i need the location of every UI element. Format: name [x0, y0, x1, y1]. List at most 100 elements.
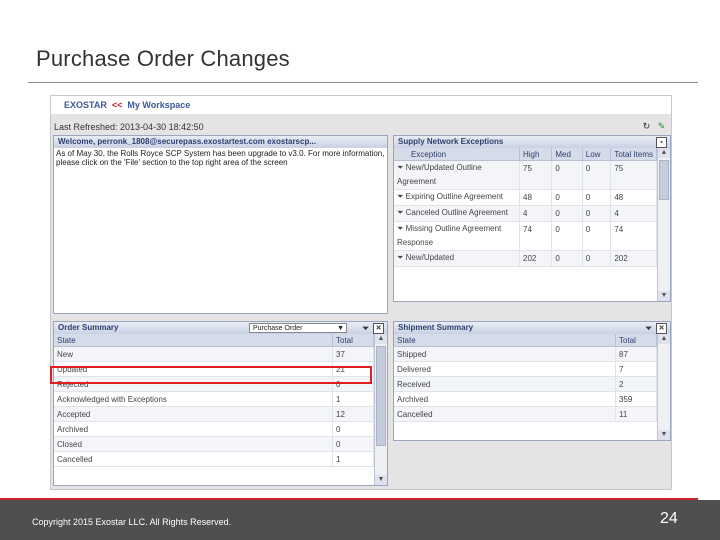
exception-label[interactable]: New/Updated: [406, 253, 454, 262]
state-total[interactable]: 359: [615, 391, 657, 407]
state-label[interactable]: Archived: [394, 391, 616, 407]
page-number: 24: [660, 510, 678, 527]
workspace-screenshot: EXOSTAR << My Workspace Last Refreshed: 20…: [50, 95, 672, 490]
state-total[interactable]: 7: [615, 361, 657, 377]
col-high[interactable]: High: [519, 148, 553, 161]
maximize-icon[interactable]: ▪: [656, 137, 667, 148]
state-label[interactable]: Cancelled: [394, 406, 616, 422]
refresh-bar: Last Refreshed: 2013-04-30 18:42:50 ↻ ✎: [51, 120, 671, 134]
state-total[interactable]: 1: [332, 451, 374, 467]
table-row[interactable]: Closed 0: [54, 436, 374, 452]
state-label[interactable]: New: [54, 346, 333, 362]
col-total[interactable]: Total: [332, 334, 374, 347]
welcome-header: Welcome, perronk_1808@securepass.exostar…: [54, 136, 387, 148]
refresh-icon[interactable]: ↻: [641, 121, 652, 132]
cell-high: 74: [519, 221, 553, 251]
state-label[interactable]: Delivered: [394, 361, 616, 377]
state-label[interactable]: Shipped: [394, 346, 616, 362]
filter-icon[interactable]: ⏷: [362, 324, 368, 333]
filter-icon[interactable]: ⏷: [397, 192, 403, 201]
table-row[interactable]: Accepted 12: [54, 406, 374, 422]
filter-icon[interactable]: ⏷: [397, 163, 403, 172]
scroll-up-icon[interactable]: ▲: [658, 148, 670, 158]
table-row[interactable]: Delivered 7: [394, 361, 657, 377]
table-row[interactable]: ⏷ Canceled Outline Agreement 4 0 0 4: [394, 205, 657, 222]
exceptions-scrollbar[interactable]: ▲ ▼: [657, 148, 670, 301]
col-exception[interactable]: Exception: [394, 148, 520, 161]
col-state[interactable]: State: [394, 334, 616, 347]
cell-med: 0: [551, 160, 583, 190]
my-workspace-link[interactable]: My Workspace: [127, 100, 190, 110]
scroll-down-icon[interactable]: ▼: [375, 475, 387, 485]
state-label[interactable]: Received: [394, 376, 616, 392]
cell-low: 0: [582, 205, 612, 222]
state-total[interactable]: 37: [332, 346, 374, 362]
edit-icon[interactable]: ✎: [656, 121, 667, 132]
close-icon[interactable]: ✕: [656, 323, 667, 334]
shipment-summary-title: Shipment Summary: [398, 323, 474, 332]
shipment-summary-panel: Shipment Summary ⏷ ✕ State Total Shipped…: [393, 321, 671, 441]
table-row[interactable]: New 37: [54, 346, 374, 362]
scroll-thumb[interactable]: [376, 346, 386, 446]
exception-label[interactable]: Missing Outline Agreement Response: [397, 224, 501, 247]
scroll-thumb[interactable]: [659, 160, 669, 200]
state-total[interactable]: 87: [615, 346, 657, 362]
table-row[interactable]: Cancelled 11: [394, 406, 657, 422]
state-label[interactable]: Acknowledged with Exceptions: [54, 391, 333, 407]
title-divider: [28, 82, 698, 83]
exceptions-header-row: Exception High Med Low Total Items: [394, 148, 657, 161]
exception-label[interactable]: Canceled Outline Agreement: [406, 208, 508, 217]
scroll-up-icon[interactable]: ▲: [375, 334, 387, 344]
col-total-items[interactable]: Total Items: [610, 148, 657, 161]
cell-total: 4: [610, 205, 657, 222]
filter-icon[interactable]: ⏷: [645, 324, 651, 333]
table-row[interactable]: ⏷ Expiring Outline Agreement 48 0 0 48: [394, 189, 657, 206]
shipment-summary-scrollbar[interactable]: ▲ ▼: [657, 334, 670, 440]
table-row[interactable]: ⏷ Missing Outline Agreement Response 74 …: [394, 221, 657, 251]
state-label[interactable]: Accepted: [54, 406, 333, 422]
order-type-dropdown[interactable]: Purchase Order ▼: [249, 323, 347, 333]
table-row[interactable]: Archived 0: [54, 421, 374, 437]
cell-med: 0: [551, 189, 583, 206]
scroll-up-icon[interactable]: ▲: [658, 334, 670, 344]
state-label[interactable]: Cancelled: [54, 451, 333, 467]
cell-total: 48: [610, 189, 657, 206]
order-summary-scrollbar[interactable]: ▲ ▼: [374, 334, 387, 485]
state-label[interactable]: Closed: [54, 436, 333, 452]
state-total[interactable]: 11: [615, 406, 657, 422]
col-med[interactable]: Med: [551, 148, 583, 161]
scroll-down-icon[interactable]: ▼: [658, 291, 670, 301]
shipment-summary-header: Shipment Summary ⏷ ✕: [394, 322, 670, 334]
filter-icon[interactable]: ⏷: [397, 224, 403, 233]
exception-label[interactable]: Expiring Outline Agreement: [406, 192, 503, 201]
table-row[interactable]: Received 2: [394, 376, 657, 392]
cell-med: 0: [551, 221, 583, 251]
state-label[interactable]: Archived: [54, 421, 333, 437]
col-low[interactable]: Low: [582, 148, 612, 161]
exception-label[interactable]: New/Updated Outline Agreement: [397, 163, 482, 186]
cell-med: 0: [551, 205, 583, 222]
table-row[interactable]: Shipped 87: [394, 346, 657, 362]
state-total[interactable]: 0: [332, 421, 374, 437]
cell-med: 0: [551, 250, 583, 267]
state-total[interactable]: 0: [332, 436, 374, 452]
state-total[interactable]: 2: [615, 376, 657, 392]
order-summary-header: Order Summary Purchase Order ▼ ⏷ ✕: [54, 322, 387, 334]
slide-title: Purchase Order Changes: [36, 46, 290, 71]
table-row[interactable]: Acknowledged with Exceptions 1: [54, 391, 374, 407]
col-state[interactable]: State: [54, 334, 333, 347]
state-total[interactable]: 12: [332, 406, 374, 422]
table-row[interactable]: ⏷ New/Updated Outline Agreement 75 0 0 7…: [394, 160, 657, 190]
filter-icon[interactable]: ⏷: [397, 253, 403, 262]
table-row[interactable]: Cancelled 1: [54, 451, 374, 467]
col-total[interactable]: Total: [615, 334, 657, 347]
table-row[interactable]: ⏷ New/Updated 202 0 0 202: [394, 250, 657, 267]
order-type-value: Purchase Order: [253, 325, 303, 332]
order-summary-table: State Total New 37 Updated 21 Rejected 0 Ac…: [54, 334, 374, 467]
scroll-down-icon[interactable]: ▼: [658, 430, 670, 440]
exostar-logo: EXOSTAR: [64, 100, 107, 110]
close-icon[interactable]: ✕: [373, 323, 384, 334]
table-row[interactable]: Archived 359: [394, 391, 657, 407]
filter-icon[interactable]: ⏷: [397, 208, 403, 217]
state-total[interactable]: 1: [332, 391, 374, 407]
